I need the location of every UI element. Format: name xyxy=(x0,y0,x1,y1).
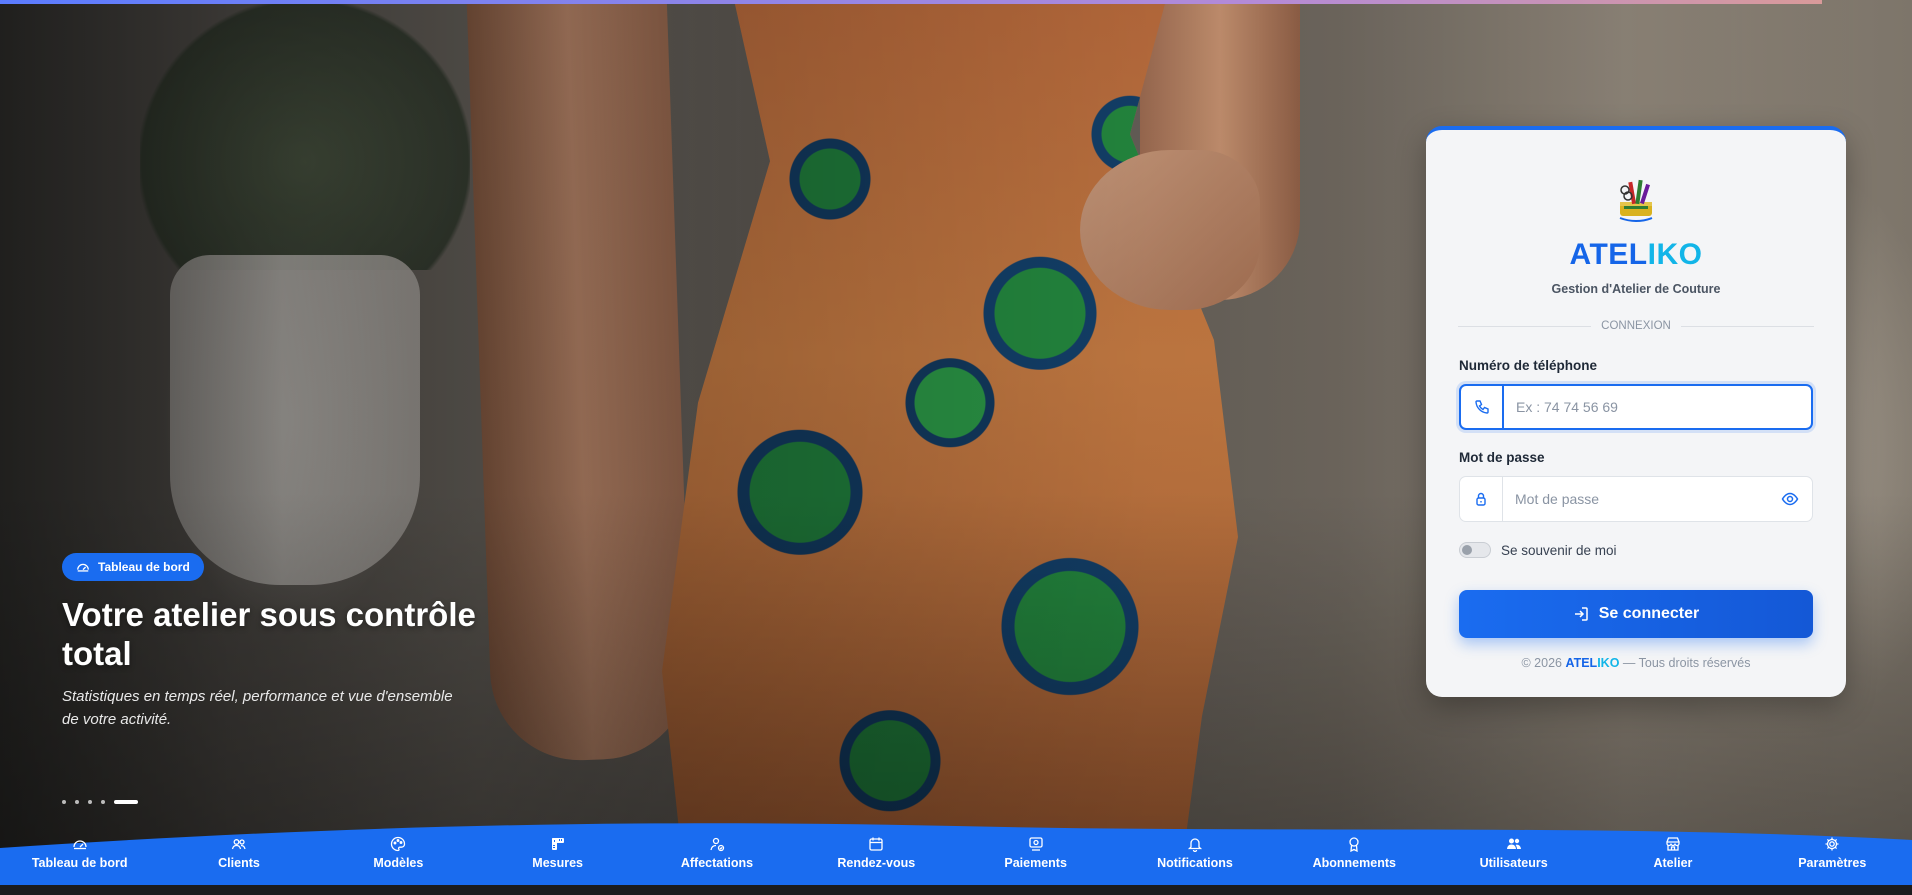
nav-item-paiements[interactable]: Paiements xyxy=(956,836,1115,886)
remember-me-toggle[interactable] xyxy=(1459,542,1491,558)
palette-icon xyxy=(391,836,406,852)
carousel-dot-active[interactable] xyxy=(114,800,138,804)
footer-brand-part2: IKO xyxy=(1597,656,1620,670)
nav-label: Tableau de bord xyxy=(31,856,128,870)
nav-label: Atelier xyxy=(1653,856,1693,870)
nav-label: Clients xyxy=(218,856,260,870)
hero-caption: Tableau de bord Votre atelier sous contr… xyxy=(62,553,492,731)
divider-line xyxy=(1680,325,1814,327)
brand-name-part1: ATEL xyxy=(1569,238,1648,271)
payment-icon xyxy=(1028,837,1043,851)
phone-field xyxy=(1459,384,1813,430)
nav-label: Mesures xyxy=(532,856,584,870)
nav-item-parametres[interactable]: Paramètres xyxy=(1753,836,1912,886)
section-divider: CONNEXION xyxy=(1458,320,1814,332)
nav-label: Affectations xyxy=(680,856,754,870)
footer-brand: ATELIKO xyxy=(1565,656,1619,670)
brand-subtitle: Gestion d'Atelier de Couture xyxy=(1551,282,1721,296)
nav-item-affectations[interactable]: Affectations xyxy=(637,836,796,886)
login-submit-button[interactable]: Se connecter xyxy=(1459,590,1813,638)
remember-me-label[interactable]: Se souvenir de moi xyxy=(1501,543,1617,558)
nav-item-mesures[interactable]: Mesures xyxy=(478,836,637,886)
bottom-edge xyxy=(0,885,1912,895)
divider-line xyxy=(1458,325,1592,327)
nav-label: Notifications xyxy=(1157,856,1233,870)
nav-item-abonnements[interactable]: Abonnements xyxy=(1275,836,1434,886)
nav-item-atelier[interactable]: Atelier xyxy=(1593,836,1752,886)
password-input[interactable] xyxy=(1503,477,1768,521)
login-card: ATELIKO Gestion d'Atelier de Couture CON… xyxy=(1426,126,1846,697)
nav-item-rendez-vous[interactable]: Rendez-vous xyxy=(797,836,956,886)
phone-input[interactable] xyxy=(1504,386,1811,428)
hero-description: Statistiques en temps réel, performance … xyxy=(62,688,453,728)
section-title: CONNEXION xyxy=(1601,320,1671,332)
remember-me-row: Se souvenir de moi xyxy=(1459,542,1617,558)
hero-badge: Tableau de bord xyxy=(62,553,204,581)
top-progress-line xyxy=(0,0,1822,4)
nav-item-modeles[interactable]: Modèles xyxy=(319,836,478,886)
bell-icon xyxy=(1187,838,1203,852)
award-icon xyxy=(1349,837,1359,852)
brand-name-part2: IKO xyxy=(1647,238,1703,271)
login-page: Tableau de bord Votre atelier sous contr… xyxy=(0,0,1912,895)
nav-label: Rendez-vous xyxy=(837,856,916,870)
show-password-eye-icon[interactable] xyxy=(1768,477,1812,521)
gauge-icon xyxy=(77,563,89,572)
login-submit-label: Se connecter xyxy=(1598,605,1700,622)
footer-brand-part1: ATEL xyxy=(1565,656,1598,670)
nav-item-notifications[interactable]: Notifications xyxy=(1115,836,1274,886)
carousel-dot[interactable] xyxy=(101,800,105,804)
lock-icon xyxy=(1460,477,1503,521)
users-outline-icon xyxy=(231,839,246,850)
shop-icon xyxy=(1666,837,1680,851)
carousel-dot[interactable] xyxy=(62,800,66,804)
nav-label: Paiements xyxy=(1004,856,1067,870)
phone-icon xyxy=(1461,386,1504,428)
nav-label: Paramètres xyxy=(1798,856,1867,870)
login-icon xyxy=(1574,607,1588,621)
nav-item-clients[interactable]: Clients xyxy=(159,836,318,886)
calendar-icon xyxy=(869,837,883,851)
footer-rights: — Tous droits réservés xyxy=(1622,656,1751,670)
footer-copyright: © 2026 xyxy=(1521,656,1562,670)
carousel-dot[interactable] xyxy=(88,800,92,804)
gauge-icon xyxy=(73,840,87,850)
carousel-dot[interactable] xyxy=(75,800,79,804)
hero-badge-label: Tableau de bord xyxy=(98,560,190,574)
phone-label: Numéro de téléphone xyxy=(1459,358,1598,373)
password-field xyxy=(1459,476,1813,522)
password-label: Mot de passe xyxy=(1459,450,1545,465)
hero-title: Votre atelier sous contrôle total xyxy=(62,596,476,672)
people-icon xyxy=(1506,838,1521,849)
brand-name: ATELIKO xyxy=(1426,238,1846,272)
nav-item-utilisateurs[interactable]: Utilisateurs xyxy=(1434,836,1593,886)
card-footer: © 2026 ATELIKO — Tous droits réservés xyxy=(1426,656,1846,670)
nav-label: Abonnements xyxy=(1312,856,1396,870)
ruler-icon xyxy=(551,838,564,850)
bottom-navigation: Tableau de bord Clients Modèles Mesures … xyxy=(0,836,1912,886)
user-assign-icon xyxy=(710,837,725,852)
nav-item-tableau-de-bord[interactable]: Tableau de bord xyxy=(0,836,159,886)
nav-label: Utilisateurs xyxy=(1479,856,1548,870)
gear-icon xyxy=(1825,837,1839,851)
carousel-indicators xyxy=(62,800,138,804)
nav-label: Modèles xyxy=(373,856,424,870)
sewing-kit-logo-icon xyxy=(1619,179,1653,222)
